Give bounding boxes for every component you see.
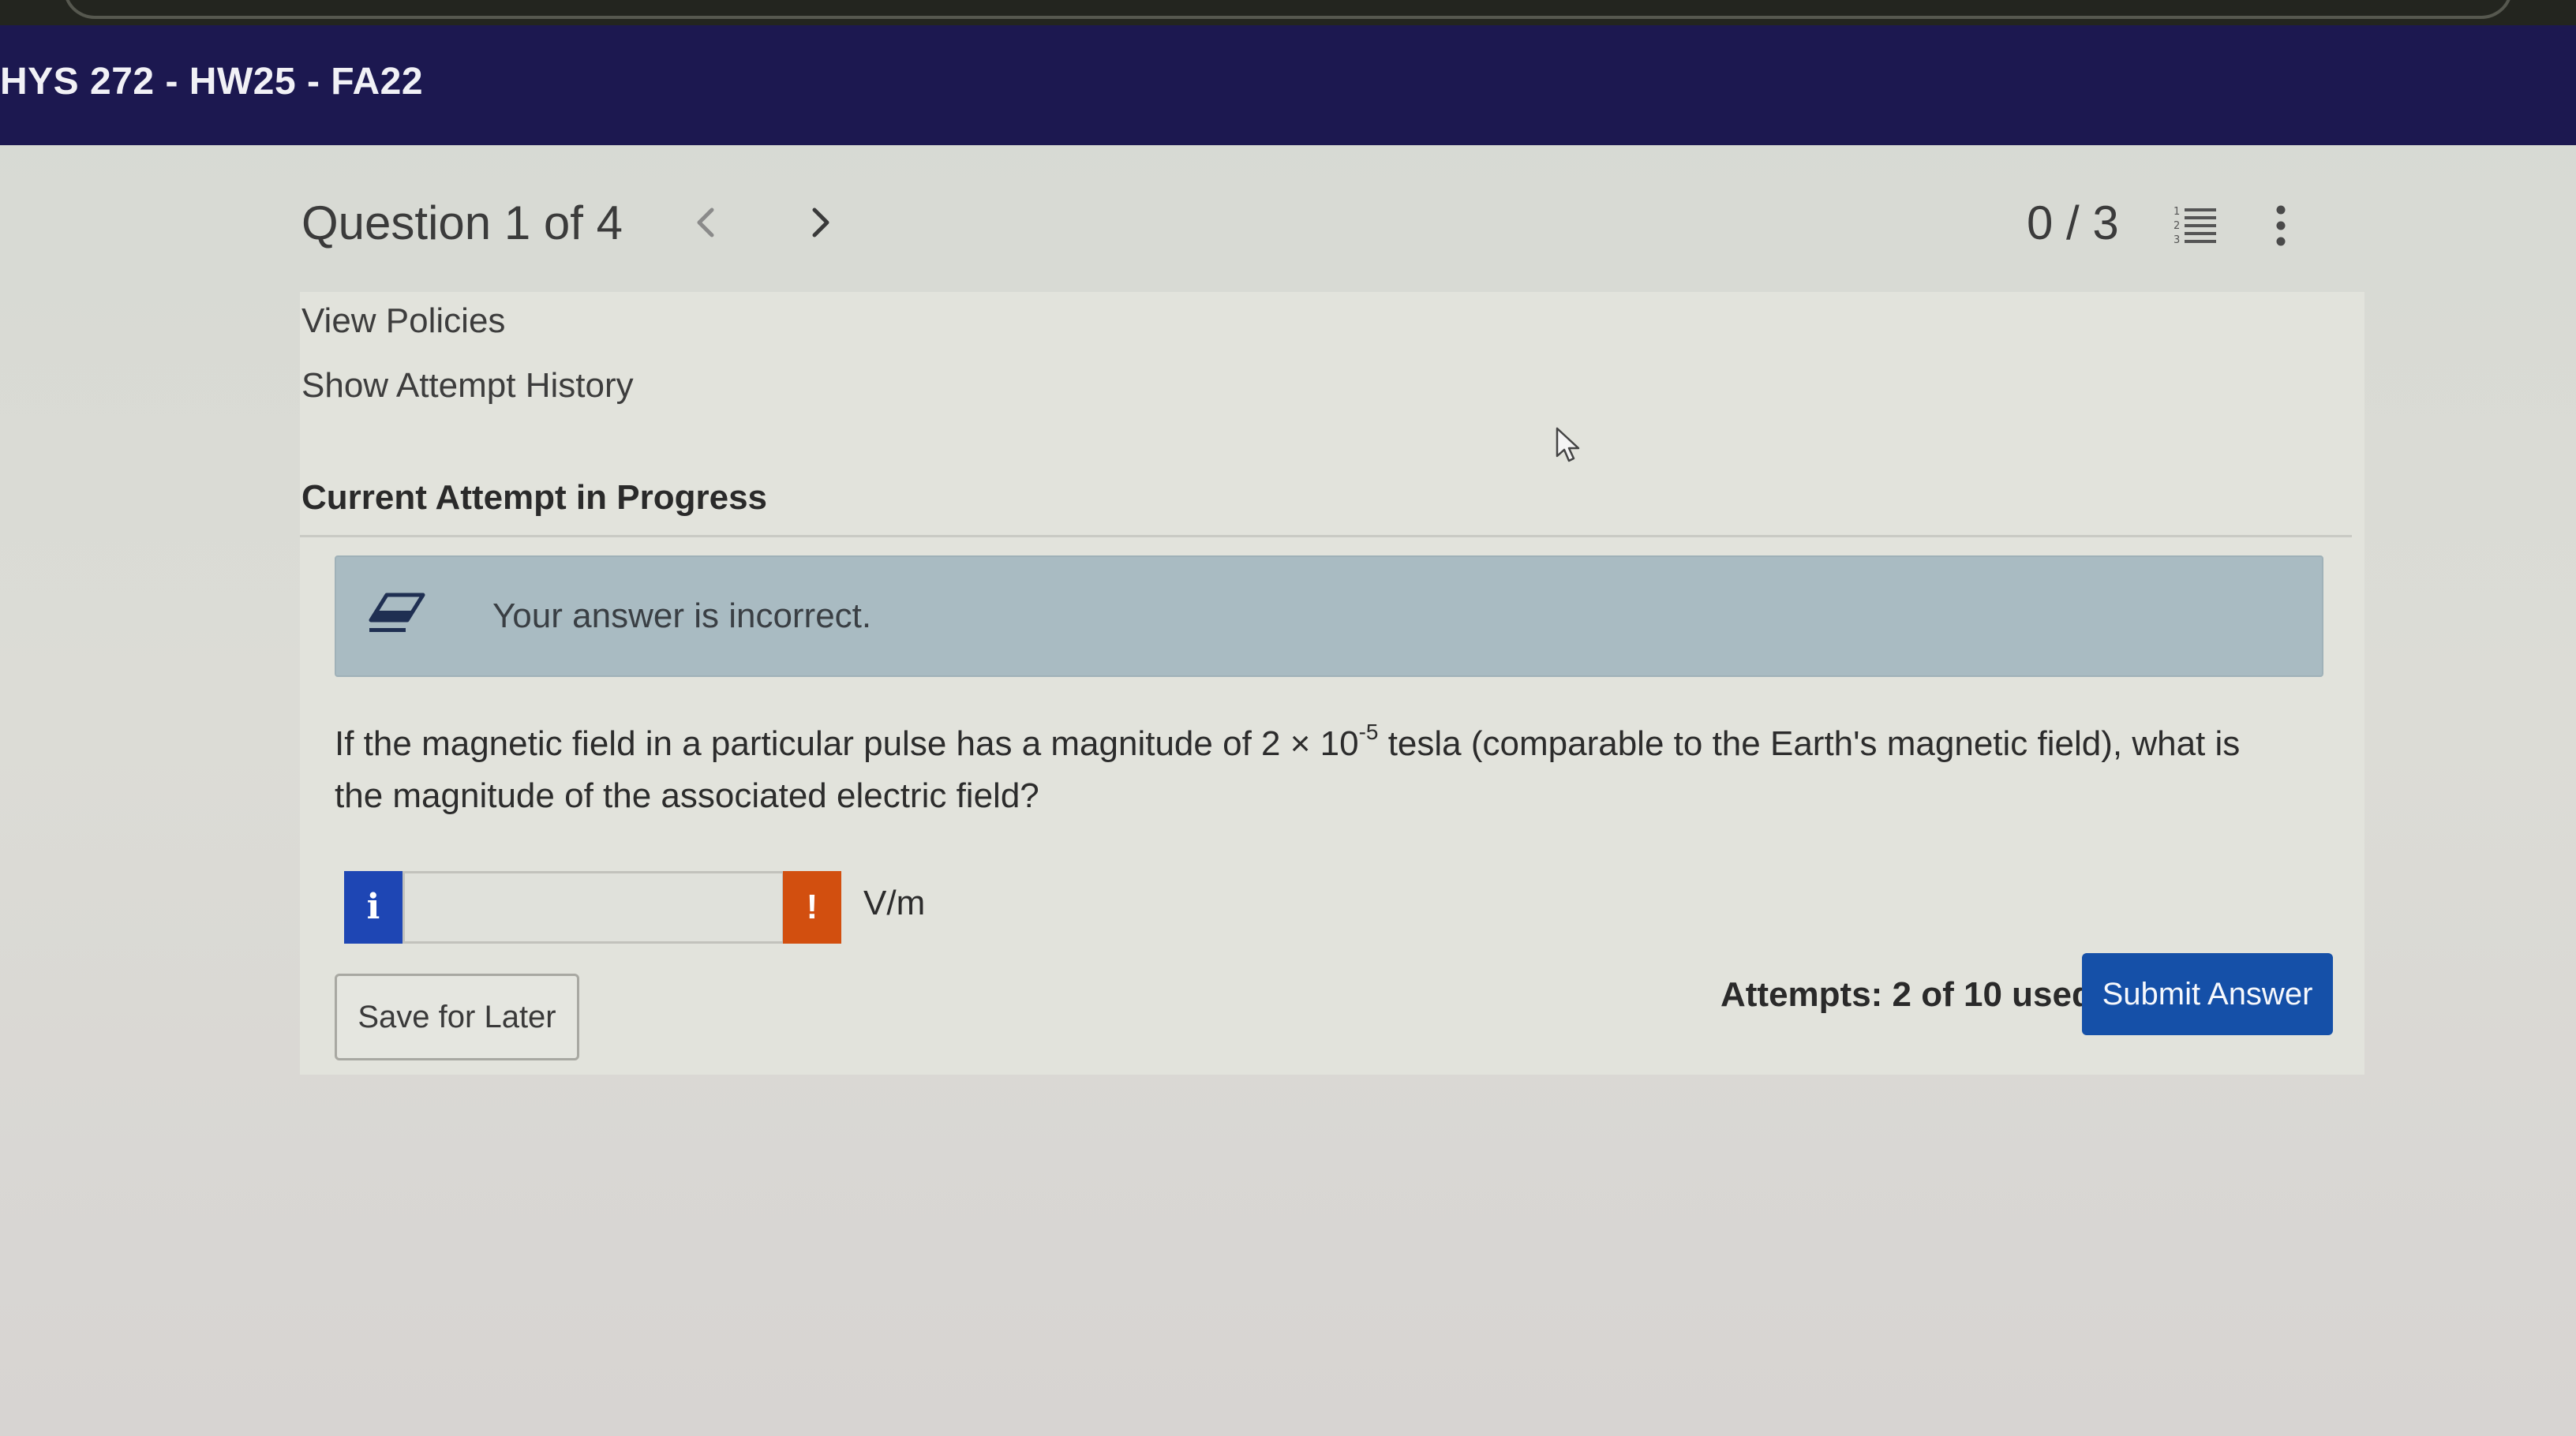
chevron-right-icon[interactable]: [800, 199, 840, 246]
save-for-later-button[interactable]: Save for Later: [335, 974, 579, 1060]
feedback-message: Your answer is incorrect.: [492, 596, 872, 635]
question-score: 0 / 3: [2027, 196, 2119, 249]
svg-text:3: 3: [2174, 234, 2180, 246]
eraser-icon: [368, 590, 426, 638]
course-title: HYS 272 - HW25 - FA22: [0, 61, 424, 103]
bezel-curve: [63, 0, 2513, 19]
answer-row: i ! V/m: [344, 871, 1054, 944]
question-text: If the magnetic field in a particular pu…: [335, 718, 2260, 822]
question-exponent: -5: [1358, 720, 1379, 745]
course-header: HYS 272 - HW25 - FA22: [0, 25, 2576, 145]
answer-input[interactable]: [402, 871, 784, 944]
attempts-counter: Attempts: 2 of 10 used: [1720, 975, 2093, 1014]
chevron-left-icon[interactable]: [687, 199, 726, 246]
answer-unit: V/m: [863, 884, 926, 922]
show-attempt-history-link[interactable]: Show Attempt History: [301, 366, 634, 406]
screen-top-bezel: [0, 0, 2576, 25]
warning-button[interactable]: !: [783, 871, 841, 944]
svg-text:1: 1: [2174, 206, 2180, 218]
section-divider: [300, 535, 2352, 537]
question-text-part1: If the magnetic field in a particular pu…: [335, 724, 1359, 763]
feedback-alert: Your answer is incorrect.: [335, 555, 2323, 677]
question-counter: Question 1 of 4: [301, 196, 623, 249]
info-button[interactable]: i: [344, 871, 402, 944]
mouse-cursor-icon: [1555, 426, 1582, 464]
question-navigation-bar: Question 1 of 4 0 / 3 1 2 3: [301, 181, 2322, 268]
view-policies-link[interactable]: View Policies: [301, 301, 505, 341]
submit-answer-button[interactable]: Submit Answer: [2082, 953, 2333, 1035]
current-attempt-heading: Current Attempt in Progress: [301, 478, 768, 517]
svg-text:2: 2: [2174, 220, 2180, 232]
question-panel: View Policies Show Attempt History Curre…: [300, 292, 2364, 1075]
vertical-dots-icon[interactable]: [2270, 202, 2292, 249]
numbered-list-icon[interactable]: 1 2 3: [2172, 204, 2219, 248]
